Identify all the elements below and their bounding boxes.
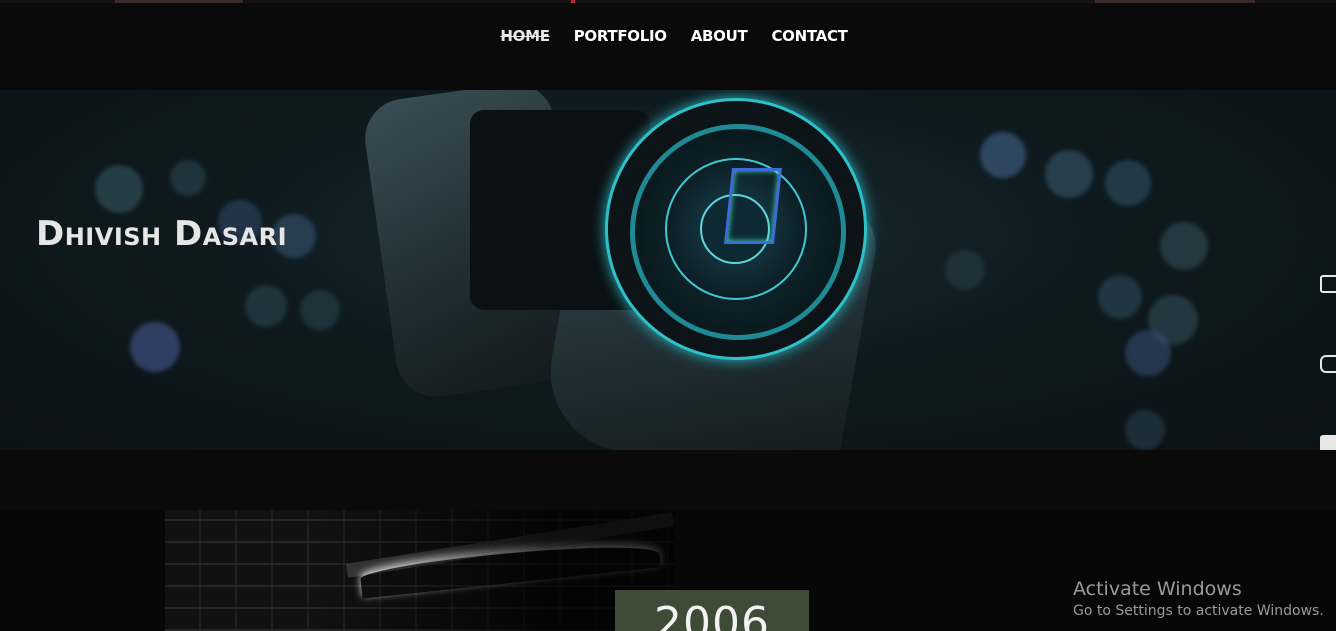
- bokeh-light: [170, 160, 206, 196]
- bokeh-light: [130, 322, 180, 372]
- bokeh-light: [1098, 275, 1142, 319]
- nav-contact[interactable]: CONTACT: [771, 27, 847, 45]
- site-title: Dhivish Dasari: [36, 214, 288, 254]
- timeline-photo: [165, 510, 675, 631]
- bokeh-light: [245, 285, 287, 327]
- lens-logo-reflection: [724, 168, 782, 244]
- photo-shade: [165, 510, 675, 631]
- bokeh-light: [980, 132, 1026, 178]
- section-spacer: [0, 450, 1336, 510]
- blog-icon[interactable]: [1320, 275, 1336, 293]
- bokeh-light: [300, 290, 340, 330]
- bokeh-light: [1045, 150, 1093, 198]
- instagram-icon[interactable]: [1320, 355, 1336, 373]
- bokeh-light: [1125, 410, 1165, 450]
- bokeh-light: [945, 250, 985, 290]
- timeline-year-badge: 2006: [615, 590, 809, 631]
- bokeh-light: [1160, 222, 1208, 270]
- watermark-title: Activate Windows: [1073, 578, 1242, 600]
- nav-home[interactable]: HOME: [500, 27, 550, 45]
- navbar: HOME PORTFOLIO ABOUT CONTACT: [0, 3, 1336, 90]
- timeline-year: 2006: [654, 598, 770, 631]
- hero-banner: Dhivish Dasari: [0, 90, 1336, 450]
- main-nav: HOME PORTFOLIO ABOUT CONTACT: [6, 27, 1336, 45]
- windows-activation-watermark: Activate Windows Go to Settings to activ…: [1073, 578, 1324, 619]
- nav-portfolio[interactable]: PORTFOLIO: [574, 27, 667, 45]
- nav-about[interactable]: ABOUT: [691, 27, 748, 45]
- watermark-subtitle: Go to Settings to activate Windows.: [1073, 603, 1324, 619]
- bokeh-light: [1125, 330, 1171, 376]
- bokeh-light: [95, 165, 143, 213]
- bokeh-light: [1105, 160, 1151, 206]
